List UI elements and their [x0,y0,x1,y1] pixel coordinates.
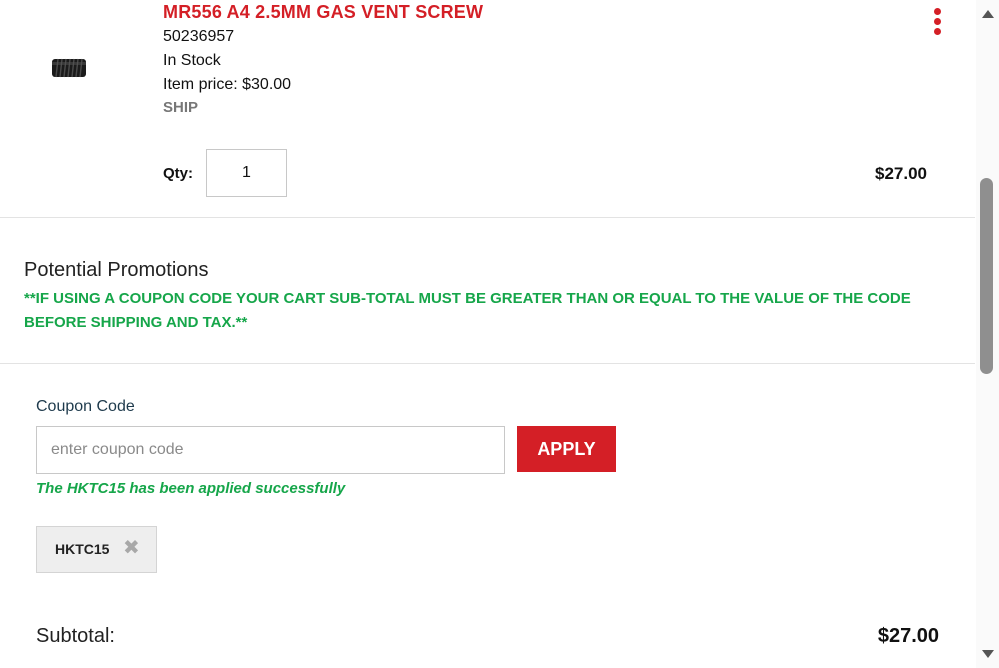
kebab-menu-icon[interactable] [928,6,948,38]
item-price: Item price: $30.00 [163,76,292,93]
scroll-down-arrow-icon[interactable] [982,650,994,658]
promotions-title: Potential Promotions [24,259,209,281]
remove-coupon-icon[interactable]: ✖ [123,538,140,558]
product-thumbnail[interactable] [50,54,88,82]
coupon-code-label: Coupon Code [36,398,135,415]
applied-coupon-code: HKTC15 [55,541,110,557]
subtotal-label: Subtotal: [36,625,115,647]
quantity-label: Qty: [163,165,193,182]
stock-status: In Stock [163,52,221,69]
cart-item: MR556 A4 2.5MM GAS VENT SCREW 50236957 I… [0,0,975,218]
promotions-section: Potential Promotions **IF USING A COUPON… [0,218,975,364]
fulfillment-method: SHIP [163,99,199,116]
scroll-up-arrow-icon[interactable] [982,10,994,18]
subtotal-value: $27.00 [877,625,939,647]
coupon-success-message: The HKTC15 has been applied successfully [36,480,346,497]
vertical-scrollbar[interactable] [976,0,999,668]
scrollbar-thumb[interactable] [980,178,993,374]
product-title-link[interactable]: MR556 A4 2.5MM GAS VENT SCREW [163,2,483,23]
quantity-input[interactable] [206,149,287,197]
applied-coupon-chip: HKTC15 ✖ [36,526,157,573]
apply-coupon-button[interactable]: APPLY [517,426,616,472]
line-total: $27.00 [875,164,927,183]
product-sku: 50236957 [163,28,235,45]
coupon-code-input[interactable] [36,426,505,474]
promotions-note: **IF USING A COUPON CODE YOUR CART SUB-T… [24,290,911,331]
